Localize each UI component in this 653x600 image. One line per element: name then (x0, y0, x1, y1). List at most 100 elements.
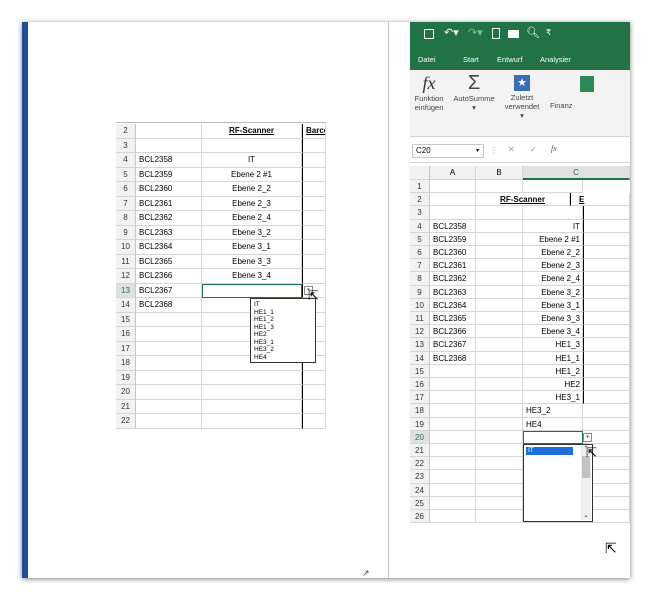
print-preview-icon[interactable]: 🔍︎ (526, 26, 540, 39)
cell-d[interactable] (583, 364, 630, 378)
cell-a[interactable] (136, 312, 202, 327)
row-header[interactable]: 2 (116, 124, 136, 139)
dropdown-option[interactable]: HE1_3 (254, 324, 312, 332)
row-header[interactable]: 4 (410, 219, 430, 233)
row-header[interactable]: 20 (410, 430, 430, 444)
cell-a[interactable]: BCL2360 (136, 182, 202, 197)
cell-b[interactable] (476, 206, 523, 220)
cell-b[interactable]: Ebene 3_3 (202, 254, 302, 269)
select-all-corner[interactable] (410, 166, 430, 180)
cell-a[interactable] (430, 378, 476, 392)
row-header[interactable]: 13 (116, 283, 136, 298)
cell-a[interactable]: BCL2361 (430, 259, 476, 273)
confirm-icon[interactable]: ✓ (530, 145, 537, 154)
undo-icon[interactable]: ↶▾ (444, 26, 459, 39)
row-header[interactable]: 15 (116, 312, 136, 327)
cell-d[interactable]: E (570, 193, 630, 207)
row-header[interactable]: 24 (410, 483, 430, 497)
row-header[interactable]: 8 (116, 211, 136, 226)
cell-d[interactable] (583, 232, 630, 246)
cell-d[interactable] (583, 259, 630, 273)
cell-a[interactable] (136, 327, 202, 342)
row-header[interactable]: 6 (410, 246, 430, 260)
row-header[interactable]: 16 (410, 378, 430, 392)
cell-a[interactable] (136, 385, 202, 400)
cell-c[interactable] (302, 225, 326, 240)
cell-a[interactable] (430, 193, 476, 207)
row-header[interactable]: 16 (116, 327, 136, 342)
row-header[interactable]: 20 (116, 385, 136, 400)
row-header[interactable]: 8 (410, 272, 430, 286)
row-header[interactable]: 10 (410, 298, 430, 312)
row-header[interactable]: 15 (410, 364, 430, 378)
cell-c[interactable] (302, 240, 326, 255)
cell-a[interactable] (136, 399, 202, 414)
cell-a[interactable] (430, 180, 476, 194)
cell-b[interactable] (476, 404, 523, 418)
cell-c[interactable]: Ebene 2_3 (523, 259, 583, 273)
cell-b[interactable] (476, 391, 523, 405)
dropdown-option-selected[interactable]: IT (526, 447, 573, 455)
dropdown-option[interactable]: HE1_2 (254, 316, 312, 324)
cell-c[interactable]: HE1_3 (523, 338, 583, 352)
name-box-dropdown-icon[interactable]: ▾ (476, 145, 479, 157)
cell-c[interactable] (302, 399, 326, 414)
cell-a[interactable] (136, 414, 202, 429)
cell-c[interactable] (523, 206, 583, 220)
row-header[interactable]: 14 (116, 298, 136, 313)
cell-a[interactable]: BCL2366 (136, 269, 202, 284)
cell-b[interactable] (476, 457, 523, 471)
cell-b[interactable] (476, 259, 523, 273)
row-header[interactable]: 19 (410, 417, 430, 431)
cell-a[interactable]: BCL2364 (136, 240, 202, 255)
cell-a[interactable]: BCL2361 (136, 196, 202, 211)
cell-d[interactable] (583, 417, 630, 431)
cell-b[interactable]: Ebene 2_2 (202, 182, 302, 197)
cell-b[interactable] (476, 298, 523, 312)
cell-c[interactable] (302, 138, 326, 153)
cell-b[interactable] (202, 399, 302, 414)
cell-b[interactable]: IT (202, 153, 302, 168)
cell-b[interactable] (476, 325, 523, 339)
cell-c[interactable]: HE3_1 (523, 391, 583, 405)
cell-c[interactable]: HE3_2 (523, 404, 583, 418)
cell-b[interactable] (476, 232, 523, 246)
redo-icon[interactable]: ↷▾ (468, 26, 483, 39)
row-header[interactable]: 26 (410, 510, 430, 524)
row-header[interactable]: 17 (410, 391, 430, 405)
tab-start[interactable]: Start (463, 55, 479, 64)
cell-c[interactable] (302, 167, 326, 182)
row-header[interactable]: 9 (410, 285, 430, 299)
row-header[interactable]: 5 (410, 232, 430, 246)
resize-handle-icon[interactable]: ↗ (362, 568, 370, 578)
row-header[interactable]: 22 (410, 457, 430, 471)
cell-a[interactable] (430, 417, 476, 431)
cell-a[interactable]: BCL2368 (430, 351, 476, 365)
insert-function-button[interactable]: fx Funktion einfügen (410, 72, 448, 112)
row-header[interactable]: 25 (410, 496, 430, 510)
cell-c[interactable] (523, 180, 583, 194)
cell-c[interactable] (302, 269, 326, 284)
cell-c[interactable]: Ebene 2 #1 (523, 232, 583, 246)
cell-a[interactable] (430, 510, 476, 524)
row-header[interactable]: 7 (116, 196, 136, 211)
cancel-icon[interactable]: ✕ (508, 145, 515, 154)
cell-c[interactable] (302, 254, 326, 269)
cell-a[interactable]: BCL2358 (430, 219, 476, 233)
dropdown-option[interactable]: HE1_1 (254, 309, 312, 317)
row-header[interactable]: 11 (410, 312, 430, 326)
cell-c[interactable] (302, 196, 326, 211)
row-header[interactable]: 9 (116, 225, 136, 240)
save-icon[interactable] (424, 29, 434, 39)
cell-b[interactable] (202, 283, 302, 298)
column-header[interactable]: A (430, 166, 476, 180)
finance-button[interactable]: Finanz (550, 101, 590, 110)
name-box[interactable]: C20 ▾ (412, 144, 484, 158)
cell-c[interactable]: Barcod (302, 124, 326, 139)
cell-a[interactable] (136, 138, 202, 153)
row-header[interactable]: 18 (116, 356, 136, 371)
row-header[interactable]: 12 (116, 269, 136, 284)
cell-b[interactable] (476, 285, 523, 299)
cell-b[interactable]: Ebene 3_1 (202, 240, 302, 255)
cell-b[interactable] (476, 417, 523, 431)
